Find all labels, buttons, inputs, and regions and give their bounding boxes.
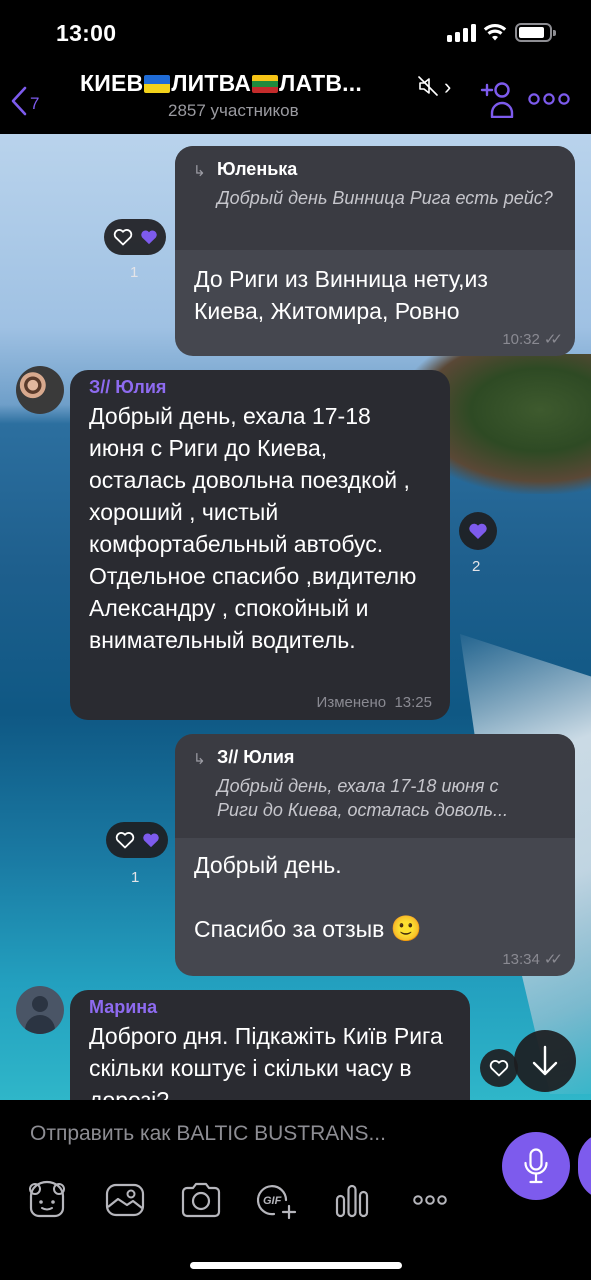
- reaction-pill[interactable]: [104, 219, 166, 255]
- reply-text: Добрый день Винница Рига есть рейс?: [217, 188, 553, 208]
- message-bubble-incoming[interactable]: Марина Доброго дня. Підкажіть Київ Рига …: [70, 990, 470, 1100]
- sticker-icon[interactable]: [25, 1180, 69, 1220]
- camera-icon[interactable]: [179, 1180, 223, 1220]
- message-input[interactable]: Отправить как BALTIC BUSTRANS...: [30, 1122, 386, 1146]
- reaction-count: 1: [131, 869, 140, 886]
- reply-preview[interactable]: ↳ Юленька Добрый день Винница Рига есть …: [175, 146, 575, 250]
- ukraine-flag-icon: [144, 75, 171, 93]
- scroll-down-button[interactable]: [514, 1030, 576, 1092]
- message-bubble-outgoing[interactable]: ↳ З// Юлия Добрый день, ехала 17-18 июня…: [175, 734, 575, 976]
- heart-outline-icon: [489, 1060, 509, 1077]
- message-text: Добрый день. Спасибо за отзыв 🙂: [194, 849, 559, 945]
- read-ticks-icon: ✓✓: [543, 331, 563, 348]
- poll-icon[interactable]: [330, 1180, 374, 1220]
- microphone-button[interactable]: [502, 1132, 570, 1200]
- wifi-icon: [483, 24, 507, 41]
- edited-label: Изменено: [316, 694, 387, 711]
- mute-icon: [418, 76, 438, 96]
- gif-icon[interactable]: GIF: [254, 1180, 298, 1220]
- message-line: До Риги из Винница нету,из: [194, 266, 488, 292]
- arrow-down-icon: [532, 1045, 558, 1076]
- message-line: Киева, Житомира, Ровно: [194, 298, 460, 324]
- more-tools-icon[interactable]: [408, 1180, 452, 1220]
- message-time: 10:32: [502, 331, 540, 348]
- message-bubble-incoming[interactable]: З// Юлия Добрый день, ехала 17-18 июня с…: [70, 370, 450, 720]
- reply-author: З// Юлия: [217, 747, 295, 767]
- reply-text: Добрый день, ехала 17-18 июня с Риги до …: [217, 774, 559, 822]
- message-line-text: Спасибо за отзыв: [194, 916, 385, 942]
- heart-icon: [143, 833, 159, 848]
- reaction-button[interactable]: [459, 512, 497, 550]
- back-icon: [11, 86, 27, 116]
- back-button[interactable]: 7: [10, 84, 50, 118]
- composer: Отправить как BALTIC BUSTRANS... GIF: [0, 1100, 591, 1280]
- back-unread-count: 7: [30, 94, 40, 113]
- message-meta: 10:32 ✓✓: [502, 330, 563, 348]
- message-text: До Риги из Винница нету,из Киева, Житоми…: [194, 263, 559, 327]
- status-time: 13:00: [56, 20, 117, 46]
- signal-icon: [447, 24, 477, 42]
- reaction-button[interactable]: [480, 1049, 518, 1087]
- chat-title-part-latv: ЛАТВ...: [279, 70, 362, 96]
- read-ticks-icon: ✓✓: [543, 951, 563, 968]
- microphone-icon: [524, 1148, 548, 1184]
- sender-name: Марина: [89, 997, 158, 1017]
- reply-arrow-icon: ↳: [193, 751, 206, 768]
- smile-emoji: 🙂: [390, 915, 422, 943]
- chat-title-part-kiev: КИЕВ: [80, 70, 144, 96]
- heart-icon: [469, 523, 487, 539]
- heart-icon: [141, 230, 157, 245]
- heart-outline-icon: [113, 229, 133, 246]
- chevron-right-icon: ›: [444, 74, 452, 99]
- more-icon[interactable]: [528, 92, 570, 106]
- message-meta: 13:34 ✓✓: [502, 950, 563, 968]
- message-time: 13:34: [502, 951, 540, 968]
- reply-author: Юленька: [217, 159, 298, 179]
- reaction-pill[interactable]: [106, 822, 168, 858]
- svg-text:GIF: GIF: [263, 1195, 282, 1207]
- chat-title[interactable]: КИЕВ ЛИТВА ЛАТВ...: [80, 70, 362, 97]
- participants-count: 2857 участников: [168, 101, 299, 120]
- reply-line: Добрый день, ехала 17-18 июня с: [217, 776, 499, 796]
- message-line: Спасибо за отзыв 🙂: [194, 913, 559, 945]
- secondary-action-button[interactable]: [578, 1132, 591, 1200]
- message-meta: Изменено 13:25: [317, 694, 432, 711]
- message-line: Добрый день.: [194, 852, 342, 878]
- battery-icon: [515, 23, 556, 42]
- gallery-icon[interactable]: [103, 1180, 147, 1220]
- sender-name: З// Юлия: [89, 377, 167, 397]
- message-bubble-outgoing[interactable]: ↳ Юленька Добрый день Винница Рига есть …: [175, 146, 575, 356]
- chat-header: 7 КИЕВ ЛИТВА ЛАТВ... › 2857 участников: [0, 64, 591, 134]
- reaction-count: 1: [130, 264, 139, 281]
- lithuania-flag-icon: [252, 75, 279, 93]
- home-indicator[interactable]: [190, 1262, 402, 1269]
- message-text: Доброго дня. Підкажіть Київ Рига скільки…: [89, 1023, 443, 1100]
- reply-line: Риги до Киева, осталась доволь...: [217, 800, 508, 820]
- heart-outline-icon: [115, 832, 135, 849]
- reply-preview[interactable]: ↳ З// Юлия Добрый день, ехала 17-18 июня…: [175, 734, 575, 838]
- status-bar: 13:00: [0, 0, 591, 64]
- reaction-count: 2: [472, 558, 481, 575]
- message-text: Добрый день, ехала 17-18 июня с Риги до …: [89, 403, 417, 653]
- chat-title-part-litva: ЛИТВА: [171, 70, 252, 96]
- chat-area[interactable]: 1 ↳ Юленька Добрый день Винница Рига ест…: [0, 134, 591, 1100]
- add-member-icon[interactable]: [480, 80, 514, 118]
- avatar-placeholder[interactable]: [16, 986, 64, 1034]
- avatar[interactable]: [16, 366, 64, 414]
- message-time: 13:25: [394, 694, 432, 711]
- reply-arrow-icon: ↳: [193, 163, 206, 180]
